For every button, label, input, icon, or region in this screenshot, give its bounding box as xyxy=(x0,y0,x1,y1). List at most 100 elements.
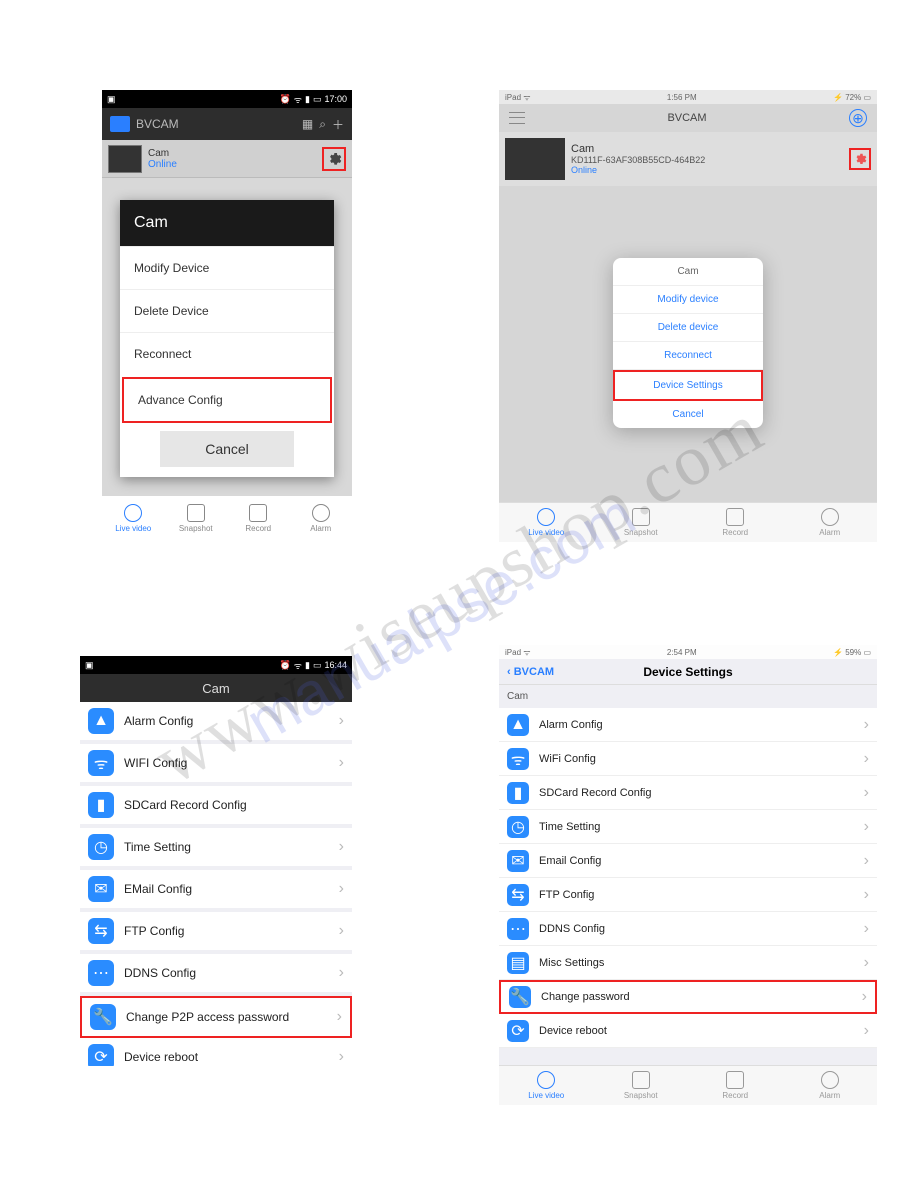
status-time: 2:54 PM xyxy=(667,648,697,657)
ftp-config-row[interactable]: ⇆FTP Config› xyxy=(499,878,877,912)
change-password-row[interactable]: 🔧Change password› xyxy=(499,980,877,1014)
android-status-bar: ▣ ⏰ ᯤ ▮ ▭ 16:44 xyxy=(80,656,352,674)
delete-device-option[interactable]: Delete device xyxy=(613,314,763,342)
camera-list-row[interactable]: Cam Online xyxy=(102,140,352,178)
tab-live-video[interactable]: Live video xyxy=(499,1066,594,1105)
reconnect-option[interactable]: Reconnect xyxy=(613,342,763,370)
tab-record[interactable]: Record xyxy=(688,1066,783,1105)
tab-alarm[interactable]: Alarm xyxy=(290,496,353,540)
camera-thumbnail xyxy=(505,138,565,180)
reboot-icon: ⟳ xyxy=(88,1044,114,1066)
chevron-right-icon: › xyxy=(864,716,869,734)
nav-bar: ‹ BVCAM Device Settings xyxy=(499,659,877,685)
device-settings-option[interactable]: Device Settings xyxy=(613,370,763,401)
warning-icon: ▲ xyxy=(88,708,114,734)
cancel-option[interactable]: Cancel xyxy=(613,401,763,428)
screenshot-android-main: ▣ ⏰ ᯤ ▮ ▭ 17:00 BVCAM ▦ ⌕ ＋ Cam Online xyxy=(102,90,352,540)
modify-device-option[interactable]: Modify device xyxy=(613,286,763,314)
signal-icon: ▮ xyxy=(305,660,310,671)
screenshot-android-settings: ▣ ⏰ ᯤ ▮ ▭ 16:44 Cam ▲ Alarm Config › ᯤ W… xyxy=(80,656,352,1066)
tab-record[interactable]: Record xyxy=(227,496,290,540)
chevron-right-icon: › xyxy=(339,838,344,856)
warning-icon: ▲ xyxy=(507,714,529,736)
image-icon xyxy=(187,504,205,522)
change-password-row[interactable]: 🔧 Change P2P access password › xyxy=(80,996,352,1038)
wifi-icon: ᯤ xyxy=(523,93,530,102)
reconnect-option[interactable]: Reconnect xyxy=(120,332,334,375)
chevron-right-icon: › xyxy=(339,1048,344,1066)
delete-device-option[interactable]: Delete Device xyxy=(120,289,334,332)
tab-snapshot[interactable]: Snapshot xyxy=(594,503,689,542)
gear-icon xyxy=(326,151,342,167)
tab-live-video[interactable]: Live video xyxy=(499,503,594,542)
ftp-config-row[interactable]: ⇆ FTP Config › xyxy=(80,912,352,954)
bottom-tab-bar: Live video Snapshot Record Alarm xyxy=(499,1065,877,1105)
advance-config-option[interactable]: Advance Config xyxy=(122,377,332,423)
settings-icon: ▤ xyxy=(507,952,529,974)
camera-icon xyxy=(726,508,744,526)
tab-record[interactable]: Record xyxy=(688,503,783,542)
camera-options-dialog: Cam Modify Device Delete Device Reconnec… xyxy=(120,200,334,477)
chevron-right-icon: › xyxy=(337,1008,342,1026)
time-setting-row[interactable]: ◷Time Setting› xyxy=(499,810,877,844)
wifi-config-row[interactable]: ᯤ WIFI Config › xyxy=(80,744,352,786)
search-icon[interactable]: ⌕ xyxy=(319,117,326,132)
sdcard-config-row[interactable]: ▮ SDCard Record Config xyxy=(80,786,352,828)
status-time: 17:00 xyxy=(324,94,347,104)
tab-alarm[interactable]: Alarm xyxy=(783,503,878,542)
wifi-icon: ᯤ xyxy=(88,750,114,776)
menu-icon[interactable] xyxy=(509,112,525,124)
camera-list-row[interactable]: Cam KD111F-63AF308B55CD-464B22 Online xyxy=(499,132,877,186)
status-time: 1:56 PM xyxy=(667,93,697,102)
video-icon xyxy=(537,1071,555,1089)
alarm-config-row[interactable]: ▲ Alarm Config › xyxy=(80,702,352,744)
email-config-row[interactable]: ✉Email Config› xyxy=(499,844,877,878)
tab-alarm[interactable]: Alarm xyxy=(783,1066,878,1105)
alert-icon xyxy=(821,1071,839,1089)
wifi-icon: ᯤ xyxy=(523,648,530,657)
battery-icon: ▭ xyxy=(863,93,871,102)
document-page: www.wiseupshop.com manualpse.com ▣ ⏰ ᯤ ▮… xyxy=(0,0,918,1188)
status-notification-icon: ▣ xyxy=(107,94,116,105)
status-notification-icon: ▣ xyxy=(85,660,94,671)
sdcard-config-row[interactable]: ▮SDCard Record Config› xyxy=(499,776,877,810)
add-camera-button[interactable]: ⊕ xyxy=(849,109,867,127)
modify-device-option[interactable]: Modify Device xyxy=(120,246,334,289)
misc-settings-row[interactable]: ▤Misc Settings› xyxy=(499,946,877,980)
camera-settings-button[interactable] xyxy=(849,148,871,170)
video-icon xyxy=(124,504,142,522)
wifi-config-row[interactable]: ᯤWiFi Config› xyxy=(499,742,877,776)
reboot-icon: ⟳ xyxy=(507,1020,529,1042)
wifi-icon: ᯤ xyxy=(294,659,302,672)
battery-icon: ▭ xyxy=(863,648,871,657)
camera-settings-button[interactable] xyxy=(322,147,346,171)
device-reboot-row[interactable]: ⟳ Device reboot › xyxy=(80,1038,352,1066)
cancel-button[interactable]: Cancel xyxy=(160,431,294,467)
key-icon: 🔧 xyxy=(509,986,531,1008)
grid-view-icon[interactable]: ▦ xyxy=(302,117,313,131)
ddns-config-row[interactable]: ⋯ DDNS Config › xyxy=(80,954,352,996)
time-setting-row[interactable]: ◷ Time Setting › xyxy=(80,828,352,870)
chevron-right-icon: › xyxy=(864,784,869,802)
alarm-config-row[interactable]: ▲Alarm Config› xyxy=(499,708,877,742)
clock-icon: ◷ xyxy=(88,834,114,860)
back-button[interactable]: ‹ BVCAM xyxy=(507,666,554,678)
device-reboot-row[interactable]: ⟳Device reboot› xyxy=(499,1014,877,1048)
chevron-right-icon: › xyxy=(864,818,869,836)
chevron-right-icon: › xyxy=(864,954,869,972)
chevron-right-icon: › xyxy=(339,880,344,898)
tab-snapshot[interactable]: Snapshot xyxy=(165,496,228,540)
tab-live-video[interactable]: Live video xyxy=(102,496,165,540)
mail-icon: ✉ xyxy=(88,876,114,902)
camera-name: Cam xyxy=(571,143,849,155)
add-icon[interactable]: ＋ xyxy=(332,116,344,133)
bluetooth-icon: ⚡ xyxy=(833,648,843,657)
gear-icon xyxy=(853,152,867,166)
chevron-right-icon: › xyxy=(339,922,344,940)
mail-icon: ✉ xyxy=(507,850,529,872)
camera-status: Online xyxy=(148,159,322,170)
tab-snapshot[interactable]: Snapshot xyxy=(594,1066,689,1105)
email-config-row[interactable]: ✉ EMail Config › xyxy=(80,870,352,912)
ddns-config-row[interactable]: ⋯DDNS Config› xyxy=(499,912,877,946)
video-icon xyxy=(537,508,555,526)
